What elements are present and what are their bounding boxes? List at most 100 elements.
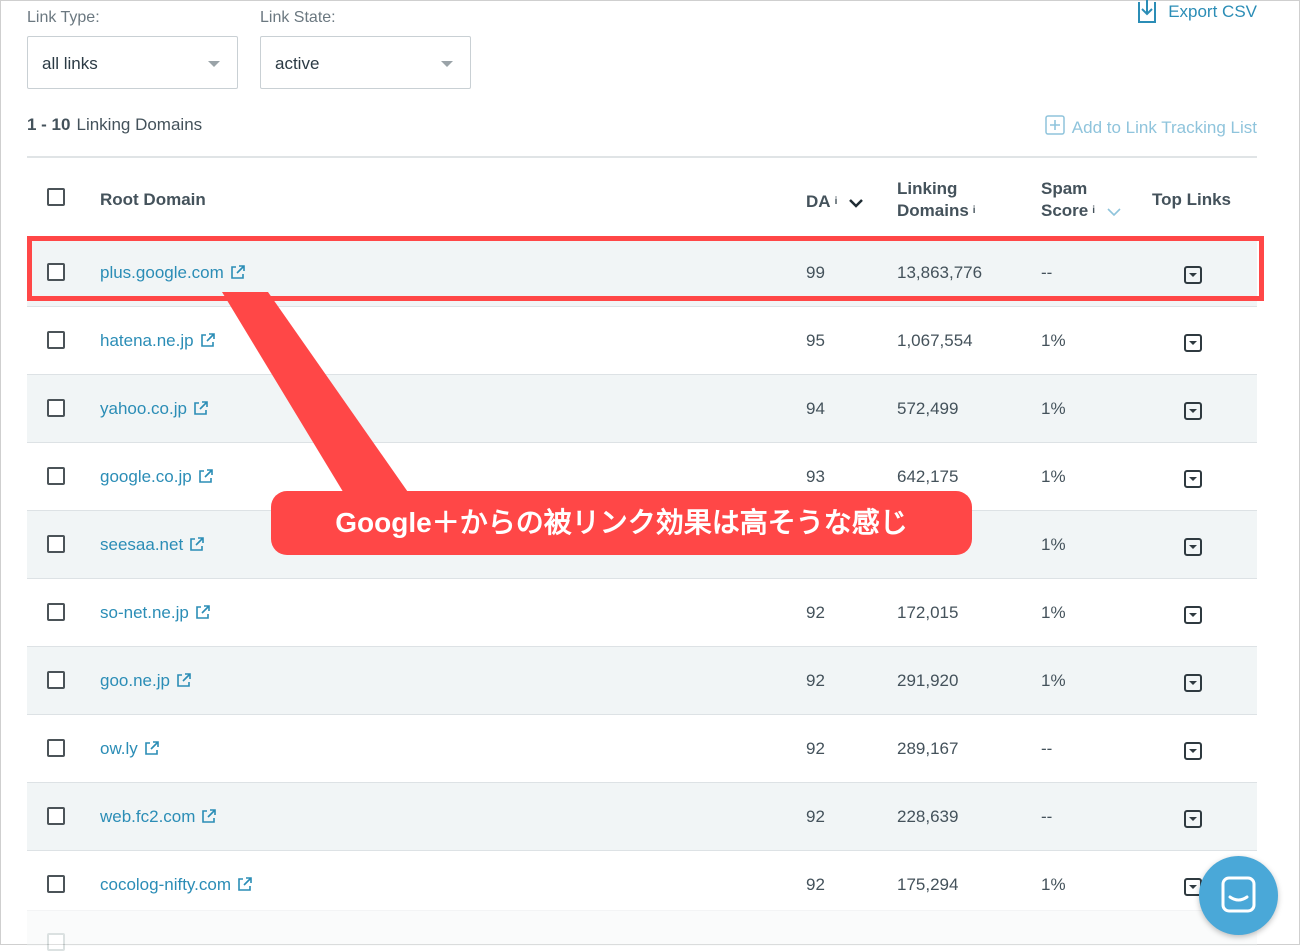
row-checkbox[interactable] — [47, 535, 65, 553]
external-link-icon[interactable] — [201, 808, 217, 829]
da-value: 93 — [806, 467, 825, 486]
header-da-label: DA — [806, 192, 831, 211]
spam-score-value: -- — [1041, 263, 1053, 282]
linking-domains-value: 289,167 — [897, 739, 959, 758]
domain-link[interactable]: seesaa.net — [100, 535, 205, 557]
table-row: hatena.ne.jp 95 1,067,554 1% — [27, 306, 1257, 374]
header-linking-domains[interactable]: Linking Domains i — [897, 178, 976, 222]
row-checkbox[interactable] — [47, 331, 65, 349]
da-value: 92 — [806, 875, 825, 894]
sort-toggle-icon[interactable] — [1106, 201, 1122, 223]
results-label: Linking Domains — [76, 115, 203, 134]
row-checkbox[interactable] — [47, 807, 65, 825]
domain-text: google.co.jp — [100, 467, 192, 486]
domain-text: so-net.ne.jp — [100, 603, 189, 622]
table-row: cocolog-nifty.com 92 175,294 1% — [27, 850, 1257, 918]
linking-domains-value: 13,863,776 — [897, 263, 983, 282]
external-link-icon[interactable] — [176, 672, 192, 693]
domain-link[interactable]: ow.ly — [100, 739, 160, 761]
da-value: 92 — [806, 603, 825, 622]
linking-domains-value: 175,294 — [897, 875, 959, 894]
chat-button[interactable] — [1199, 856, 1278, 935]
da-value: 95 — [806, 331, 825, 350]
external-link-icon[interactable] — [200, 332, 216, 353]
linking-domains-value: 291,920 — [897, 671, 959, 690]
linking-domains-value: 228,639 — [897, 807, 959, 826]
domain-link[interactable]: web.fc2.com — [100, 807, 217, 829]
link-state-value: active — [275, 54, 320, 73]
header-linking-line2: Domains — [897, 201, 969, 220]
link-state-select[interactable]: active — [260, 36, 471, 89]
da-value: 92 — [806, 671, 825, 690]
expand-top-links-icon[interactable] — [1184, 538, 1202, 556]
domain-link[interactable]: hatena.ne.jp — [100, 331, 216, 353]
row-checkbox[interactable] — [47, 739, 65, 757]
domain-text: ow.ly — [100, 739, 138, 758]
export-csv-button[interactable]: Export CSV — [1135, 0, 1257, 24]
domain-text: hatena.ne.jp — [100, 331, 194, 350]
download-icon — [1135, 0, 1159, 24]
expand-top-links-icon[interactable] — [1184, 674, 1202, 692]
add-to-tracking-button[interactable]: Add to Link Tracking List — [1045, 115, 1257, 140]
domain-link[interactable]: plus.google.com — [100, 263, 246, 285]
domain-link[interactable]: cocolog-nifty.com — [100, 875, 253, 897]
expand-top-links-icon[interactable] — [1184, 266, 1202, 284]
domain-link[interactable]: yahoo.co.jp — [100, 399, 209, 421]
domain-text: yahoo.co.jp — [100, 399, 187, 418]
header-spam-line2: Score — [1041, 201, 1089, 220]
row-checkbox[interactable] — [47, 263, 65, 281]
link-state-label: Link State: — [260, 9, 336, 26]
external-link-icon[interactable] — [198, 468, 214, 489]
expand-top-links-icon[interactable] — [1184, 470, 1202, 488]
chevron-down-icon — [208, 61, 220, 67]
external-link-icon[interactable] — [195, 604, 211, 625]
external-link-icon[interactable] — [193, 400, 209, 421]
info-icon[interactable]: i — [1092, 205, 1095, 216]
expand-top-links-icon[interactable] — [1184, 402, 1202, 420]
results-count: 1 - 10 Linking Domains — [27, 115, 202, 135]
info-icon[interactable]: i — [835, 196, 838, 207]
external-link-icon[interactable] — [230, 264, 246, 285]
domain-text: plus.google.com — [100, 263, 224, 282]
linking-domains-value: 572,499 — [897, 399, 959, 418]
linking-domains-value: 1,067,554 — [897, 331, 973, 350]
row-checkbox[interactable] — [47, 467, 65, 485]
domain-link[interactable]: so-net.ne.jp — [100, 603, 211, 625]
add-to-tracking-label: Add to Link Tracking List — [1071, 117, 1257, 137]
header-spam-score[interactable]: Spam Score i — [1041, 178, 1122, 223]
domain-text: cocolog-nifty.com — [100, 875, 232, 894]
row-checkbox[interactable] — [47, 399, 65, 417]
spam-score-value: 1% — [1041, 399, 1066, 418]
chat-icon — [1199, 876, 1278, 939]
header-top-links: Top Links — [1152, 190, 1232, 209]
spam-score-value: -- — [1041, 739, 1053, 758]
row-checkbox[interactable] — [47, 603, 65, 621]
linking-domains-value: 172,015 — [897, 603, 959, 622]
expand-top-links-icon[interactable] — [1184, 334, 1202, 352]
domain-link[interactable]: goo.ne.jp — [100, 671, 192, 693]
select-all-checkbox[interactable] — [47, 188, 65, 206]
sort-desc-icon[interactable] — [848, 192, 864, 214]
header-da[interactable]: DA i — [806, 191, 864, 214]
spam-score-value: 1% — [1041, 875, 1066, 894]
link-type-select[interactable]: all links — [27, 36, 238, 89]
row-checkbox[interactable] — [47, 933, 65, 951]
row-checkbox[interactable] — [47, 875, 65, 893]
expand-top-links-icon[interactable] — [1184, 606, 1202, 624]
table-row: web.fc2.com 92 228,639 -- — [27, 782, 1257, 850]
table-row: ow.ly 92 289,167 -- — [27, 714, 1257, 782]
info-icon[interactable]: i — [973, 205, 976, 216]
table-row: yahoo.co.jp 94 572,499 1% — [27, 374, 1257, 442]
external-link-icon[interactable] — [189, 536, 205, 557]
domain-link[interactable]: google.co.jp — [100, 467, 214, 489]
linking-domains-value: 642,175 — [897, 467, 959, 486]
link-type-label: Link Type: — [27, 9, 100, 26]
expand-top-links-icon[interactable] — [1184, 742, 1202, 760]
header-spam-line1: Spam — [1041, 179, 1088, 198]
row-checkbox[interactable] — [47, 671, 65, 689]
expand-top-links-icon[interactable] — [1184, 810, 1202, 828]
external-link-icon[interactable] — [144, 740, 160, 761]
table-body: plus.google.com 99 13,863,776 -- hatena.… — [27, 238, 1257, 918]
annotation-callout: Google＋からの被リンク効果は高そうな感じ — [271, 491, 972, 555]
external-link-icon[interactable] — [237, 876, 253, 897]
